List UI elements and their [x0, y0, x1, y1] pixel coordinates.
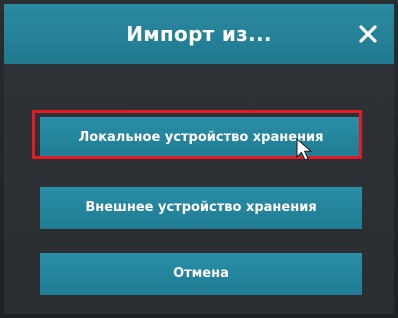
local-storage-button[interactable]: Локальное устройство хранения: [40, 117, 362, 159]
cancel-button[interactable]: Отмена: [40, 253, 362, 295]
dialog-title: Импорт из...: [126, 22, 272, 46]
dialog-titlebar: Импорт из...: [4, 4, 394, 64]
external-storage-button[interactable]: Внешнее устройство хранения: [40, 187, 362, 229]
screen: Импорт из... Локальное устройство хранен…: [0, 0, 398, 318]
import-dialog: Импорт из... Локальное устройство хранен…: [4, 4, 394, 314]
close-icon[interactable]: [356, 22, 380, 46]
dialog-body: Локальное устройство хранения Внешнее ус…: [4, 64, 394, 314]
